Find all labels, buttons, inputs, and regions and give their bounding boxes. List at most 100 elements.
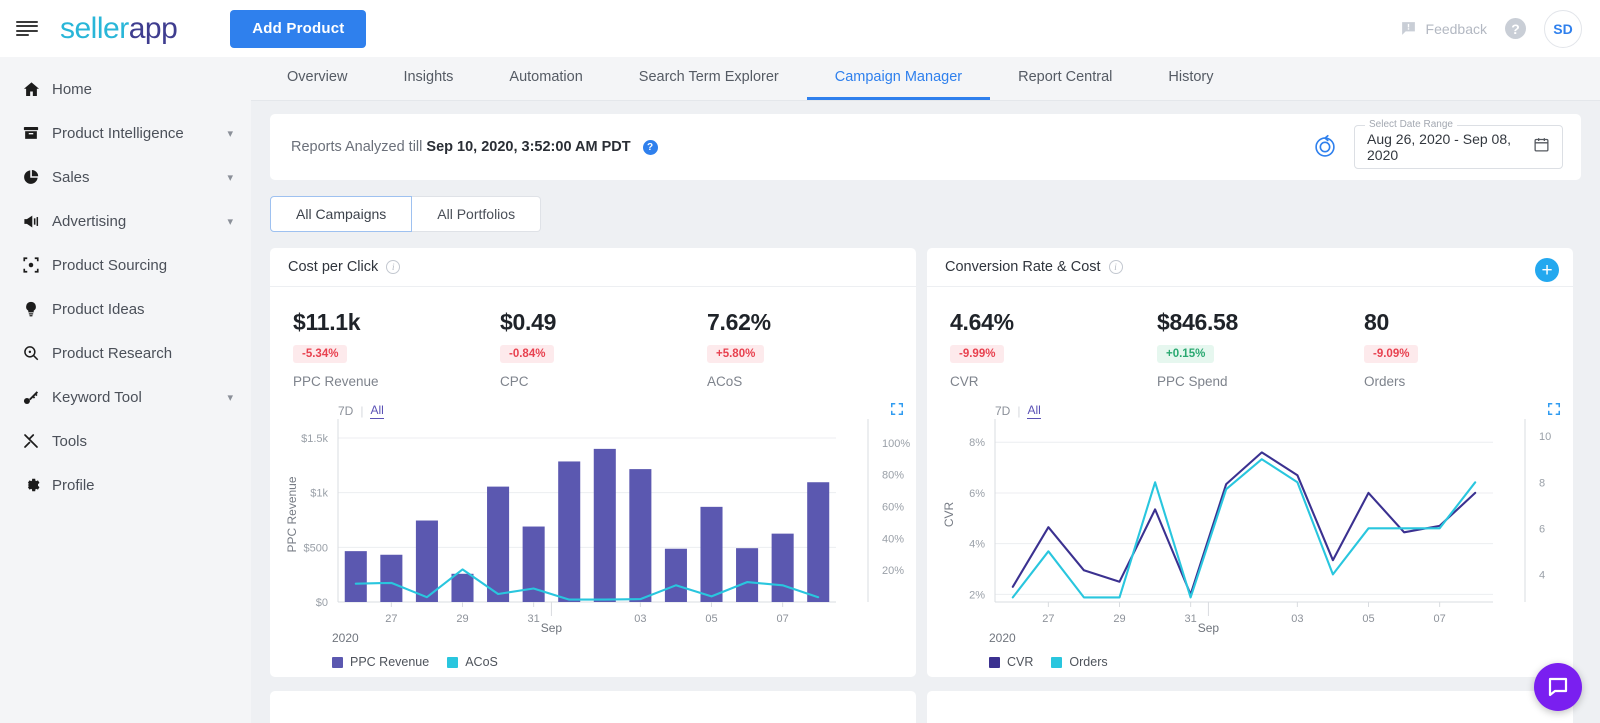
tab-history[interactable]: History bbox=[1140, 57, 1241, 100]
kpi-value: $11.1k bbox=[293, 309, 361, 335]
sidebar-label: Product Research bbox=[52, 344, 173, 362]
app-logo[interactable]: sellerapp bbox=[60, 12, 178, 46]
search-icon bbox=[22, 344, 48, 362]
reports-timestamp: Sep 10, 2020, 3:52:00 AM PDT bbox=[426, 139, 631, 155]
legend-ppc-revenue[interactable]: PPC Revenue bbox=[332, 655, 429, 669]
sidebar-label: Keyword Tool bbox=[52, 388, 142, 406]
chart1-range-all[interactable]: All bbox=[370, 403, 384, 419]
scope-toggle: All Campaigns All Portfolios bbox=[270, 196, 542, 232]
sidebar-item-sales[interactable]: Sales ▾ bbox=[0, 155, 251, 199]
sidebar-item-product-ideas[interactable]: Product Ideas bbox=[0, 287, 251, 331]
chat-support-button[interactable] bbox=[1534, 663, 1582, 711]
legend-label: Orders bbox=[1069, 655, 1108, 669]
chart1-legend: PPC Revenue ACoS bbox=[332, 655, 498, 669]
card-peek-left bbox=[270, 691, 916, 723]
tab-insights[interactable]: Insights bbox=[375, 57, 481, 100]
kpi-cvr: 4.64% -9.99% CVR bbox=[927, 309, 1134, 389]
range-divider: | bbox=[1017, 404, 1021, 418]
svg-text:6: 6 bbox=[1539, 523, 1545, 535]
feedback-button[interactable]: Feedback bbox=[1400, 20, 1487, 37]
svg-text:07: 07 bbox=[1434, 613, 1446, 625]
svg-text:20%: 20% bbox=[882, 565, 904, 577]
megaphone-icon bbox=[22, 212, 48, 231]
tab-campaign-manager[interactable]: Campaign Manager bbox=[806, 57, 991, 100]
legend-label: ACoS bbox=[465, 655, 498, 669]
chart2-year-label: 2020 bbox=[989, 631, 1016, 645]
sidebar-item-tools[interactable]: Tools bbox=[0, 419, 251, 463]
svg-text:60%: 60% bbox=[882, 502, 904, 514]
svg-text:10: 10 bbox=[1539, 431, 1551, 443]
sidebar-item-keyword-tool[interactable]: Keyword Tool ▾ bbox=[0, 375, 251, 419]
svg-text:05: 05 bbox=[1362, 613, 1374, 625]
kpi-label: Orders bbox=[1364, 374, 1406, 389]
expand-fullscreen-icon[interactable] bbox=[1547, 402, 1561, 416]
date-range-value: Aug 26, 2020 - Sep 08, 2020 bbox=[1367, 131, 1511, 163]
svg-text:29: 29 bbox=[456, 613, 468, 625]
lightbulb-icon bbox=[22, 300, 48, 318]
tab-automation[interactable]: Automation bbox=[481, 57, 610, 100]
avatar[interactable]: SD bbox=[1544, 9, 1582, 48]
reports-analyzed-bar: Reports Analyzed till Sep 10, 2020, 3:52… bbox=[270, 114, 1581, 180]
sidebar-item-home[interactable]: Home bbox=[0, 67, 251, 111]
sidebar-label: Sales bbox=[52, 168, 90, 186]
add-product-button[interactable]: Add Product bbox=[230, 9, 367, 48]
reports-prefix: Reports Analyzed till bbox=[291, 139, 423, 155]
help-icon[interactable]: ? bbox=[1505, 18, 1526, 39]
chevron-down-icon: ▾ bbox=[227, 127, 233, 140]
expand-fullscreen-icon[interactable] bbox=[890, 402, 904, 416]
legend-orders[interactable]: Orders bbox=[1051, 655, 1108, 669]
card1-title: Cost per Click bbox=[288, 259, 379, 275]
svg-text:80%: 80% bbox=[882, 470, 904, 482]
refresh-icon[interactable] bbox=[1312, 134, 1338, 160]
top-bar: sellerapp Add Product Feedback ? SD bbox=[0, 0, 1600, 57]
kpi-cpc: $0.49 -0.84% CPC bbox=[477, 309, 684, 389]
sidebar-item-product-intelligence[interactable]: Product Intelligence ▾ bbox=[0, 111, 251, 155]
calendar-icon[interactable] bbox=[1533, 136, 1550, 158]
date-range-picker[interactable]: Select Date Range Aug 26, 2020 - Sep 08,… bbox=[1354, 119, 1563, 169]
menu-toggle-icon[interactable] bbox=[16, 20, 38, 37]
svg-text:100%: 100% bbox=[882, 438, 910, 450]
toggle-all-campaigns[interactable]: All Campaigns bbox=[270, 196, 413, 232]
kpi-label: PPC Spend bbox=[1157, 374, 1228, 389]
sidebar-item-profile[interactable]: Profile bbox=[0, 463, 251, 507]
gear-icon bbox=[22, 476, 48, 494]
card1-kpi-row: $11.1k -5.34% PPC Revenue $0.49 -0.84% C… bbox=[270, 287, 916, 397]
legend-acos[interactable]: ACoS bbox=[447, 655, 498, 669]
date-range-legend: Select Date Range bbox=[1365, 119, 1457, 130]
sidebar: Home Product Intelligence ▾ Sales ▾ Adve… bbox=[0, 57, 251, 723]
svg-text:$500: $500 bbox=[304, 542, 328, 554]
chart-ppc-revenue-acos: 7D | All $0 $500 $1k $1.5k 20% 40% 60% 80% 100% P… bbox=[270, 397, 927, 677]
key-icon bbox=[22, 388, 48, 406]
svg-text:4%: 4% bbox=[969, 539, 985, 551]
svg-text:$1.5k: $1.5k bbox=[301, 433, 328, 445]
sidebar-item-product-research[interactable]: Product Research bbox=[0, 331, 251, 375]
tab-overview[interactable]: Overview bbox=[259, 57, 375, 100]
sidebar-item-product-sourcing[interactable]: Product Sourcing bbox=[0, 243, 251, 287]
reports-analyzed-text: Reports Analyzed till Sep 10, 2020, 3:52… bbox=[291, 139, 658, 155]
chart2-range-7d[interactable]: 7D bbox=[995, 404, 1010, 418]
pie-chart-icon bbox=[22, 168, 48, 186]
legend-swatch bbox=[1051, 656, 1063, 668]
kpi-value: 7.62% bbox=[707, 309, 771, 335]
toggle-all-portfolios[interactable]: All Portfolios bbox=[412, 196, 542, 232]
svg-text:PPC Revenue: PPC Revenue bbox=[285, 476, 299, 552]
box-icon bbox=[22, 124, 48, 142]
info-icon[interactable]: i bbox=[1108, 260, 1123, 274]
sidebar-label: Product Ideas bbox=[52, 300, 145, 318]
svg-text:Sep: Sep bbox=[541, 621, 563, 635]
chart2-range-all[interactable]: All bbox=[1027, 403, 1041, 419]
range-divider: | bbox=[360, 404, 364, 418]
chart1-range-selector: 7D | All bbox=[338, 403, 384, 419]
legend-cvr[interactable]: CVR bbox=[989, 655, 1033, 669]
svg-text:29: 29 bbox=[1113, 613, 1125, 625]
chart1-range-7d[interactable]: 7D bbox=[338, 404, 353, 418]
info-icon[interactable]: ? bbox=[642, 139, 658, 155]
sidebar-item-advertising[interactable]: Advertising ▾ bbox=[0, 199, 251, 243]
info-icon[interactable]: i bbox=[386, 260, 401, 274]
feedback-icon bbox=[1401, 22, 1415, 35]
home-icon bbox=[22, 80, 48, 99]
tab-search-term-explorer[interactable]: Search Term Explorer bbox=[611, 57, 807, 100]
add-metric-button[interactable]: + bbox=[1535, 258, 1559, 282]
tab-report-central[interactable]: Report Central bbox=[990, 57, 1140, 100]
svg-text:31: 31 bbox=[1185, 613, 1197, 625]
